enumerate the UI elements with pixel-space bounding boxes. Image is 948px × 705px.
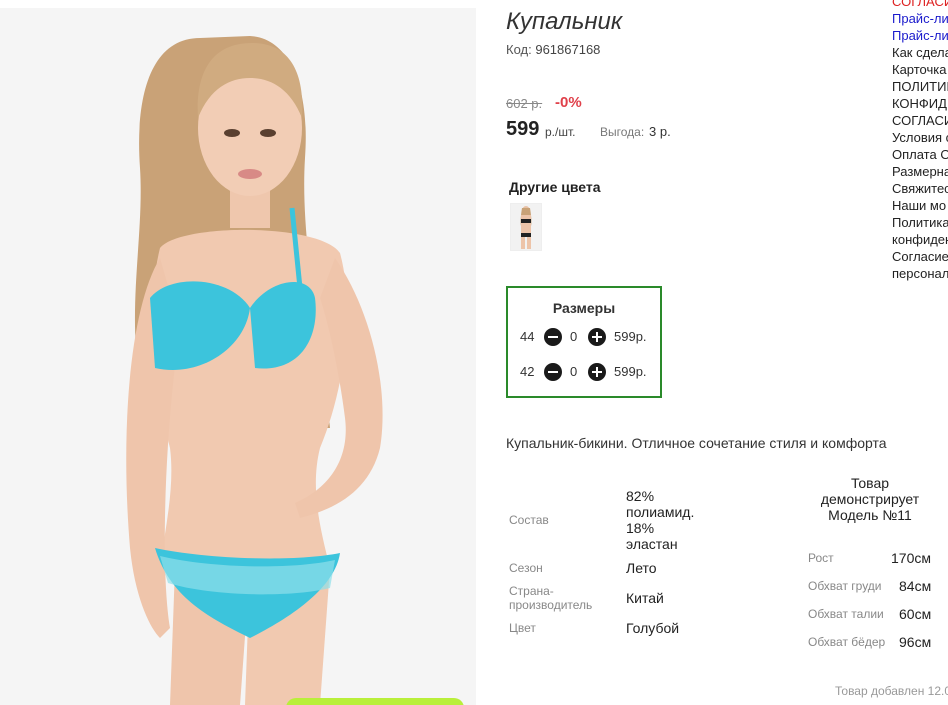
size-row: 42 0 599р. [518, 361, 658, 383]
discount-badge: -0% [555, 94, 582, 111]
product-photo[interactable] [0, 8, 476, 705]
size-price: 599р. [614, 364, 647, 379]
size-row: 44 0 599р. [518, 326, 658, 348]
plus-icon[interactable] [588, 363, 606, 381]
product-code-value: 961867168 [535, 42, 601, 57]
model-illustration [0, 8, 476, 705]
spec-value: Китай [626, 590, 664, 606]
model-param-label: Обхват талии [808, 607, 884, 621]
current-price: 599 [506, 118, 540, 140]
color-variant-thumbnail[interactable] [510, 203, 542, 251]
sidebar-link[interactable]: Свяжитесь [892, 180, 948, 197]
size-number: 44 [520, 329, 535, 344]
minus-icon[interactable] [544, 363, 562, 381]
quantity-value: 0 [570, 329, 578, 344]
model-title: Товар демонстрирует Модель №11 [820, 475, 920, 523]
added-date-text: Товар добавлен 12.0 [835, 684, 948, 698]
sidebar-link[interactable]: Размерная [892, 163, 948, 180]
sizes-panel: Размеры 44 0 599р. 42 0 599р. [506, 286, 662, 398]
spec-value: Голубой [626, 620, 680, 636]
product-title: Купальник [506, 8, 623, 35]
product-description: Купальник-бикини. Отличное сочетание сти… [506, 435, 887, 451]
price-unit: р./шт. [545, 125, 576, 139]
model-param-label: Обхват бёдер [808, 635, 886, 649]
sidebar-link[interactable]: СОГЛАСИЕ [892, 112, 948, 129]
model-param-value: 84см [899, 578, 932, 594]
spec-value: Лето [626, 560, 657, 576]
plus-icon[interactable] [588, 328, 606, 346]
sidebar-link[interactable]: Прайс-лист [892, 10, 948, 27]
sidebar-link[interactable]: Прайс-лист [892, 27, 948, 44]
sidebar-link[interactable]: Как сделать заказ [892, 44, 948, 61]
black-swimsuit-thumbnail-icon [520, 206, 532, 249]
model-param-value: 96см [899, 634, 932, 650]
sidebar-link[interactable]: ПОЛИТИКА [892, 78, 948, 95]
spec-label: Цвет [509, 621, 536, 635]
minus-icon[interactable] [544, 328, 562, 346]
other-colors-heading: Другие цвета [509, 179, 601, 195]
spec-label: Состав [509, 513, 549, 527]
spec-label: Страна-производитель [509, 584, 593, 612]
sidebar-link[interactable]: Оплата О [892, 146, 948, 163]
sidebar-link[interactable]: Карточка [892, 61, 948, 78]
sidebar-link[interactable]: СОГЛАСИЕ [892, 0, 948, 10]
sidebar-link[interactable]: КОНФИДЕНЦИАЛЬНОСТИ [892, 95, 948, 112]
sidebar-link[interactable]: Наши мо [892, 197, 948, 214]
sidebar-link[interactable]: Согласие [892, 248, 948, 265]
sidebar-link[interactable]: конфиденциальности [892, 231, 948, 248]
quantity-value: 0 [570, 364, 578, 379]
model-param-label: Обхват груди [808, 579, 882, 593]
product-code: Код: 961867168 [506, 42, 600, 57]
spec-value: 82% полиамид. 18% эластан [626, 488, 695, 552]
sidebar-link[interactable]: персональных [892, 265, 948, 282]
model-param-value: 170см [891, 550, 931, 566]
cart-button[interactable] [286, 698, 464, 705]
benefit-value: 3 р. [649, 124, 671, 139]
benefit-label: Выгода: [600, 125, 645, 139]
sizes-title: Размеры [552, 300, 616, 316]
sidebar-link[interactable]: Условия сотрудничества [892, 129, 948, 146]
product-code-label: Код: [506, 42, 532, 57]
sidebar-link[interactable]: Политика [892, 214, 948, 231]
size-number: 42 [520, 364, 535, 379]
sidebar-links: СОГЛАСИЕ Прайс-лист Прайс-лист Как сдела… [892, 0, 948, 282]
old-price: 602 р. [506, 96, 543, 111]
spec-label: Сезон [509, 561, 543, 575]
model-param-value: 60см [899, 606, 932, 622]
size-price: 599р. [614, 329, 647, 344]
model-param-label: Рост [808, 551, 834, 565]
